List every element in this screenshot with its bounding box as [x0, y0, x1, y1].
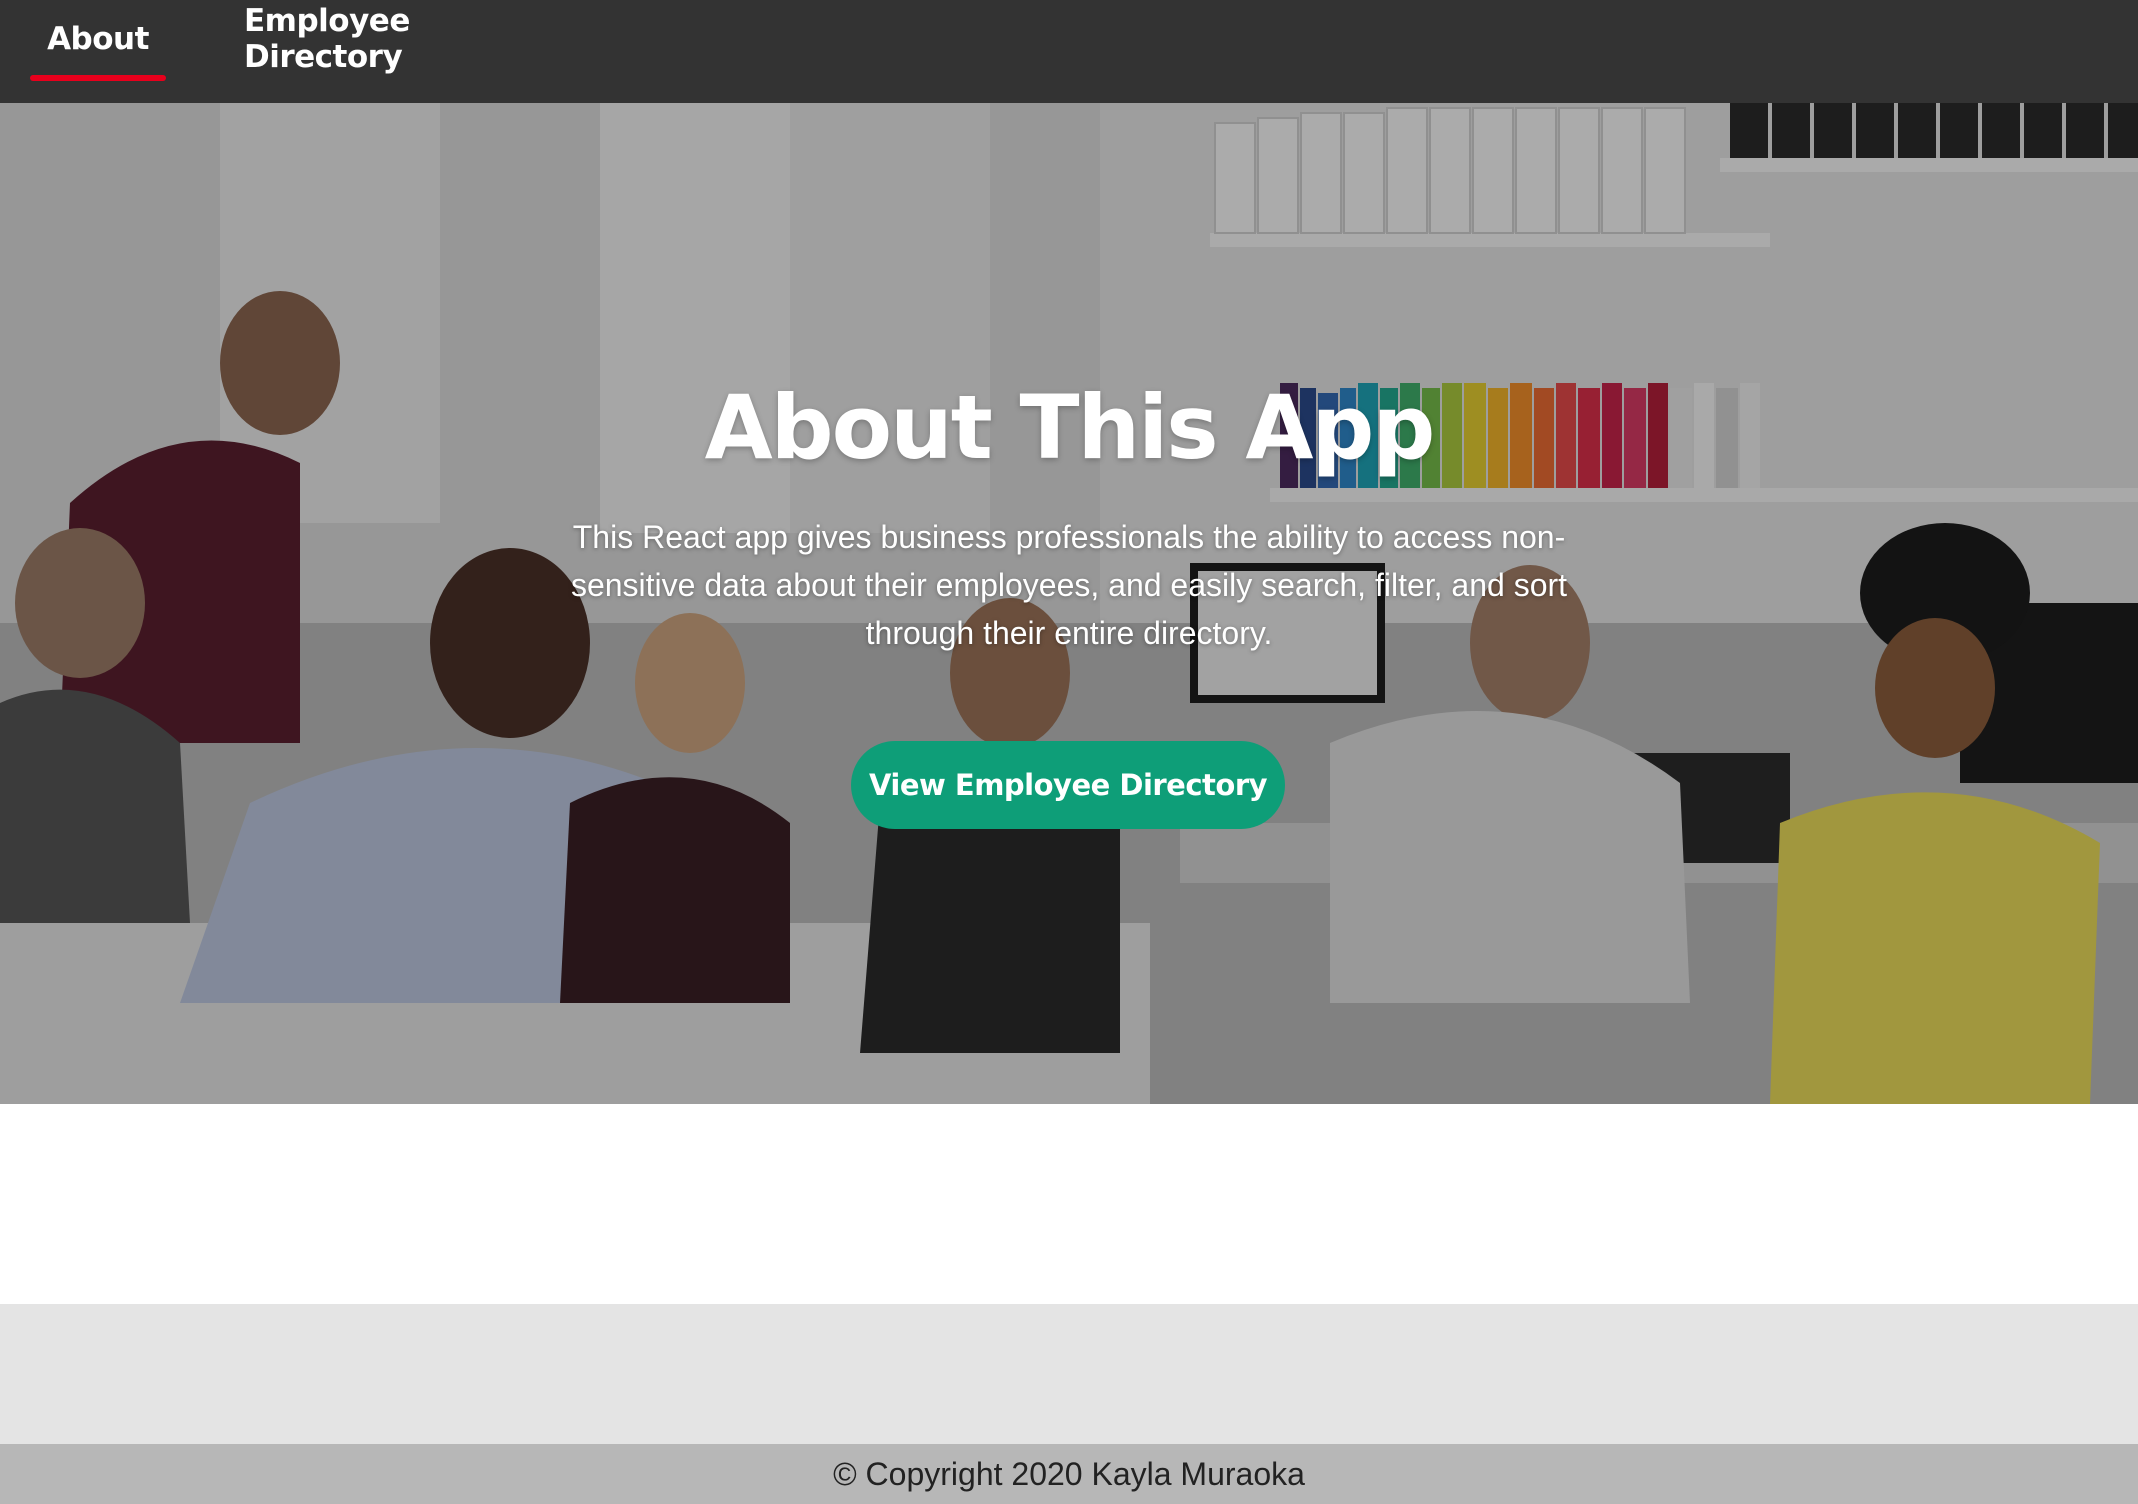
active-tab-indicator: [30, 75, 166, 81]
nav-link-about[interactable]: About: [30, 0, 166, 103]
nav-link-employee-directory[interactable]: Employee Directory: [244, 0, 524, 103]
empty-content-section: [0, 1104, 2138, 1304]
grey-spacer-band: [0, 1304, 2138, 1444]
hero-section: About This App This React app gives busi…: [0, 103, 2138, 1104]
footer: © Copyright 2020 Kayla Muraoka: [0, 1444, 2138, 1504]
hero-title: About This App: [704, 376, 1436, 479]
hero-content: About This App This React app gives busi…: [0, 103, 2138, 1104]
copyright-text: © Copyright 2020 Kayla Muraoka: [833, 1455, 1305, 1492]
view-employee-directory-button[interactable]: View Employee Directory: [851, 741, 1285, 829]
top-navbar: About Employee Directory: [0, 0, 2138, 103]
hero-description: This React app gives business profession…: [570, 519, 1568, 651]
